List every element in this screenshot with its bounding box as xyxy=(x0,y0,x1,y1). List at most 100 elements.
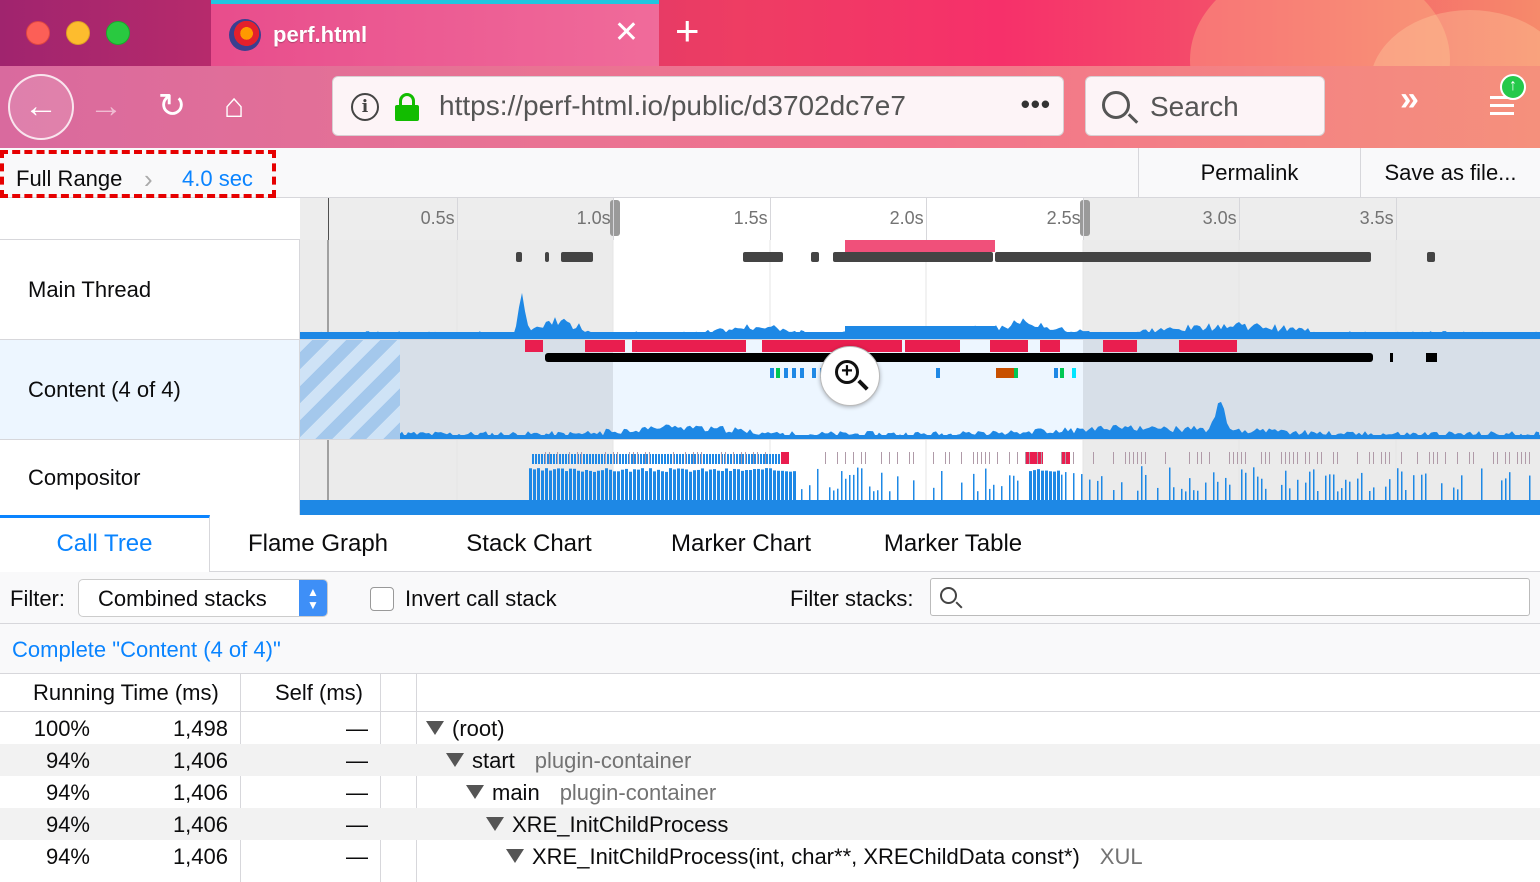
expand-triangle-icon[interactable] xyxy=(466,785,484,799)
browser-tab[interactable]: perf.html ✕ xyxy=(211,0,659,66)
tree-row[interactable]: 94% 1,406 — XRE_InitChildProcess xyxy=(0,808,1540,840)
composite-sample xyxy=(841,471,843,500)
composite-sample xyxy=(553,469,556,500)
tree-row[interactable]: 100% 1,498 — (root) xyxy=(0,712,1540,744)
composite-sample xyxy=(1033,470,1036,500)
track-compositor[interactable]: Compositor xyxy=(0,440,1540,516)
browser-window: perf.html ✕ + ← → ↻ ⌂ i https://perf-htm… xyxy=(0,0,1540,882)
overflow-chevron-icon[interactable]: » xyxy=(1400,80,1419,119)
search-icon xyxy=(940,587,957,604)
call-tree-body[interactable]: 100% 1,498 — (root) 94% 1,406 — start plugin-con… xyxy=(0,712,1540,882)
track-label[interactable]: Compositor xyxy=(0,440,300,515)
function-name: main plugin-container xyxy=(466,780,716,806)
running-ms: 1,406 xyxy=(172,812,228,837)
tab-stack-chart[interactable]: Stack Chart xyxy=(430,515,628,572)
window-maximize-button[interactable] xyxy=(106,21,130,45)
tab-call-tree[interactable]: Call Tree xyxy=(0,515,210,572)
new-tab-button[interactable]: + xyxy=(675,10,700,52)
running-percent: 94% xyxy=(45,780,90,805)
marker-tick xyxy=(649,452,650,464)
marker-tick xyxy=(557,452,558,464)
composite-sample xyxy=(593,471,596,500)
composite-sample xyxy=(633,469,636,500)
selection-end-handle[interactable] xyxy=(1080,200,1090,236)
composite-marker xyxy=(586,454,588,464)
marker-tick xyxy=(1337,452,1338,464)
track-label[interactable]: Content (4 of 4) xyxy=(0,340,300,439)
selection-start-handle[interactable] xyxy=(610,200,620,236)
tree-row[interactable]: 94% 1,406 — main plugin-container xyxy=(0,776,1540,808)
marker-tick xyxy=(629,452,630,464)
content-activity-graph[interactable] xyxy=(300,340,1540,439)
expand-triangle-icon[interactable] xyxy=(426,721,444,735)
composite-sample xyxy=(1097,480,1099,500)
reload-button[interactable]: ↻ xyxy=(146,80,198,132)
function-label: XRE_InitChildProcess(int, char**, XREChi… xyxy=(532,844,1080,869)
marker-tick xyxy=(1017,452,1018,464)
expand-triangle-icon[interactable] xyxy=(486,817,504,831)
invert-call-stack-label[interactable]: Invert call stack xyxy=(405,586,557,612)
tab-marker-table[interactable]: Marker Table xyxy=(856,515,1050,572)
tab-flame-graph[interactable]: Flame Graph xyxy=(218,515,418,572)
permalink-button[interactable]: Permalink xyxy=(1138,148,1360,198)
site-info-icon[interactable]: i xyxy=(351,93,379,121)
composite-sample xyxy=(789,471,792,500)
selected-range-crumb[interactable]: 4.0 sec xyxy=(182,166,253,192)
time-ruler-area[interactable]: 0.5s 1.0s 1.5s 2.0s 2.5s 3.0s 3.5s xyxy=(300,198,1540,240)
composite-sample xyxy=(1349,481,1351,500)
full-range-crumb[interactable]: Full Range xyxy=(16,166,122,192)
composite-sample xyxy=(1189,478,1191,500)
marker-tick xyxy=(1497,452,1498,464)
composite-sample xyxy=(1081,474,1083,500)
main-thread-activity-graph[interactable] xyxy=(300,240,1540,339)
marker-tick xyxy=(1037,452,1038,464)
track-label[interactable]: Main Thread xyxy=(0,240,300,339)
home-button[interactable]: ⌂ xyxy=(208,80,260,132)
marker-tick xyxy=(1265,452,1266,464)
track-main-thread[interactable]: Main Thread xyxy=(0,240,1540,340)
composite-sample xyxy=(561,468,564,500)
expand-triangle-icon[interactable] xyxy=(506,849,524,863)
invert-call-stack-checkbox[interactable] xyxy=(370,587,394,611)
composite-sample xyxy=(1169,467,1171,500)
url-bar[interactable]: i https://perf-html.io/public/d3702dc7e7… xyxy=(332,76,1064,136)
self-ms: — xyxy=(346,844,368,869)
composite-sample xyxy=(1313,469,1315,500)
forward-button[interactable]: → xyxy=(80,80,132,132)
tree-row[interactable]: 94% 1,406 — XRE_InitChildProcess(int, char*… xyxy=(0,840,1540,872)
running-time-header: Running Time (ms) xyxy=(33,680,219,705)
page-actions-icon[interactable]: ••• xyxy=(1021,89,1051,120)
marker-tick xyxy=(1369,452,1370,464)
tree-row[interactable]: 94% 1,406 — start plugin-container xyxy=(0,744,1540,776)
back-button[interactable]: ← xyxy=(8,74,74,140)
filter-stacks-label: Filter stacks: xyxy=(790,586,914,611)
composite-sample xyxy=(877,490,879,500)
composite-sample xyxy=(1425,473,1427,500)
window-minimize-button[interactable] xyxy=(66,21,90,45)
track-content[interactable]: Content (4 of 4) xyxy=(0,340,1540,440)
tab-marker-chart[interactable]: Marker Chart xyxy=(640,515,842,572)
composite-sample xyxy=(617,471,620,500)
composite-sample xyxy=(705,471,708,500)
composite-marker xyxy=(766,454,768,464)
composite-sample xyxy=(653,471,656,500)
marker-tick xyxy=(721,452,722,464)
zoom-selection-button[interactable]: + xyxy=(820,346,880,406)
compositor-activity-graph[interactable] xyxy=(300,440,1540,515)
filter-select[interactable]: Combined stacks ▲ ▼ xyxy=(78,579,328,617)
expand-triangle-icon[interactable] xyxy=(446,753,464,767)
window-close-button[interactable] xyxy=(26,21,50,45)
tab-close-icon[interactable]: ✕ xyxy=(614,18,639,48)
marker-tick xyxy=(1357,452,1358,464)
composite-sample xyxy=(773,470,776,500)
thread-breadcrumb[interactable]: Complete "Content (4 of 4)" xyxy=(12,637,281,663)
composite-marker xyxy=(565,454,567,464)
composite-sample xyxy=(793,471,796,500)
save-as-file-button[interactable]: Save as file... xyxy=(1360,148,1540,198)
search-box[interactable]: Search xyxy=(1085,76,1325,136)
url-text[interactable]: https://perf-html.io/public/d3702dc7e7 xyxy=(439,90,929,122)
composite-sample xyxy=(845,478,847,500)
composite-marker xyxy=(718,454,720,464)
breadcrumb-chevron-icon: › xyxy=(144,164,153,194)
filter-stacks-input[interactable] xyxy=(930,578,1530,616)
